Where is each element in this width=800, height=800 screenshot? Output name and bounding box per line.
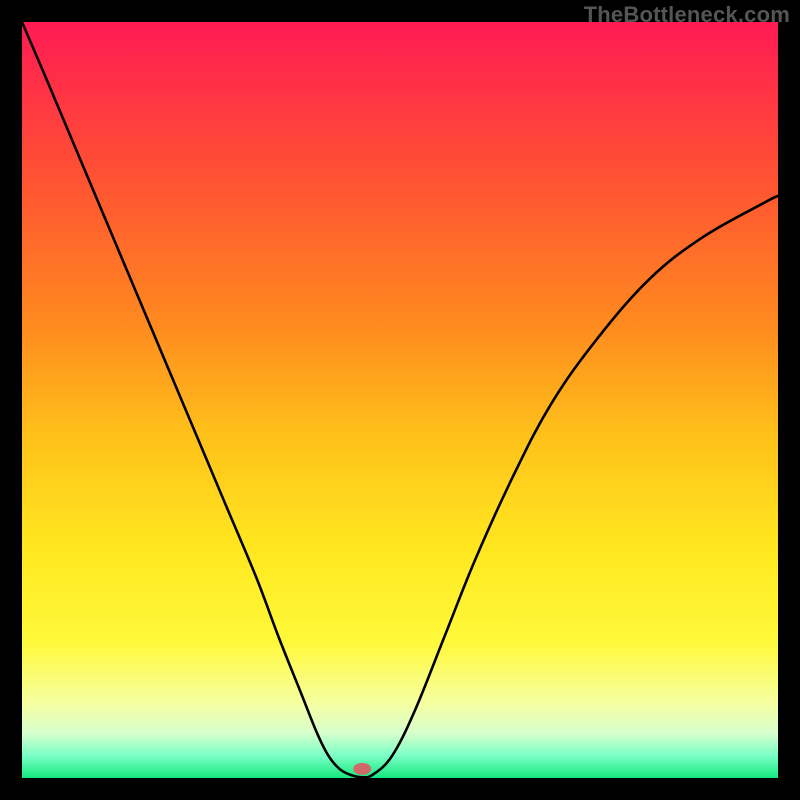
chart-frame: TheBottleneck.com xyxy=(0,0,800,800)
watermark-text: TheBottleneck.com xyxy=(584,2,790,28)
optimal-marker xyxy=(353,763,371,775)
chart-svg xyxy=(22,22,778,778)
plot-area xyxy=(22,22,778,778)
gradient-background xyxy=(22,22,778,778)
